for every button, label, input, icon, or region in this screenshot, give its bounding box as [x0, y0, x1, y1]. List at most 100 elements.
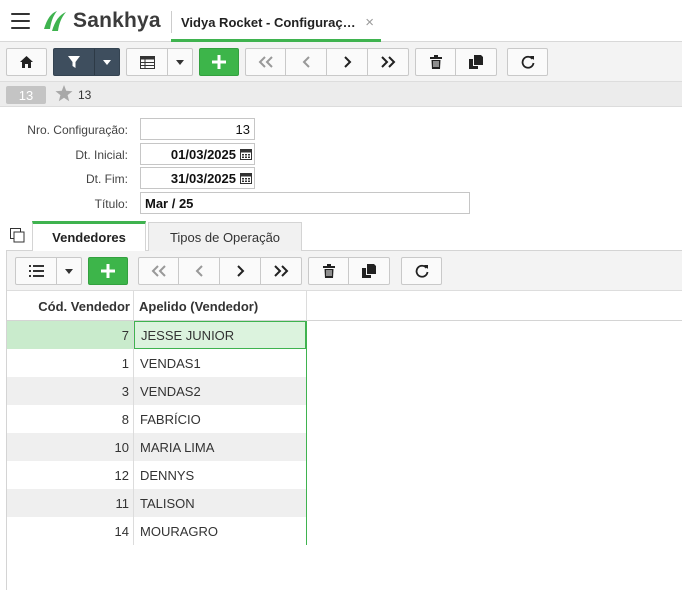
chevron-left-icon — [302, 56, 310, 68]
chevron-left-icon — [195, 265, 203, 277]
trash-icon — [429, 55, 442, 69]
table-row[interactable]: 10 MARIA LIMA — [7, 433, 307, 461]
next-record-button[interactable] — [327, 49, 368, 75]
chevron-right-icon — [236, 265, 244, 277]
duplicate-button[interactable] — [456, 49, 496, 75]
tab-title: Vidya Rocket - Configuraç… — [181, 14, 356, 30]
dt-inicial-field[interactable]: 01/03/2025 — [140, 143, 255, 165]
view-button-group — [126, 48, 193, 76]
caret-down-icon — [103, 59, 111, 65]
table-icon — [139, 55, 155, 69]
cell-apelido[interactable]: JESSE JUNIOR — [134, 321, 306, 349]
cell-cod-vendedor[interactable]: 3 — [7, 377, 134, 405]
double-chevron-right-icon — [274, 265, 289, 277]
sankhya-logo: Sankhya — [41, 9, 161, 33]
record-number: 13 — [78, 88, 92, 102]
record-badge: 13 — [6, 86, 46, 104]
detail-add-button[interactable] — [88, 257, 128, 285]
home-button[interactable] — [6, 48, 47, 76]
menu-icon[interactable] — [11, 13, 30, 29]
cell-cod-vendedor[interactable]: 12 — [7, 461, 134, 489]
add-button[interactable] — [199, 48, 239, 76]
dt-fim-field[interactable]: 31/03/2025 — [140, 167, 255, 189]
cell-cod-vendedor[interactable]: 11 — [7, 489, 134, 517]
copy-icon — [469, 55, 483, 69]
detail-navigation-group — [138, 257, 302, 285]
cell-apelido[interactable]: MOURAGRO — [134, 517, 306, 545]
last-record-button[interactable] — [368, 49, 408, 75]
first-record-button[interactable] — [246, 49, 286, 75]
double-chevron-right-icon — [381, 56, 396, 68]
list-icon — [28, 265, 44, 277]
column-header-apelido[interactable]: Apelido (Vendedor) — [134, 291, 307, 321]
double-chevron-left-icon — [258, 56, 273, 68]
cell-apelido[interactable]: MARIA LIMA — [134, 433, 306, 461]
table-row[interactable]: 3 VENDAS2 — [7, 377, 307, 405]
refresh-button[interactable] — [507, 48, 548, 76]
sankhya-logo-icon — [44, 11, 66, 31]
calendar-icon[interactable] — [240, 148, 252, 160]
cell-cod-vendedor[interactable]: 1 — [7, 349, 134, 377]
main-toolbar — [0, 42, 682, 82]
close-icon[interactable]: × — [365, 14, 374, 31]
delete-button[interactable] — [416, 49, 456, 75]
tab-tipos-de-operacao[interactable]: Tipos de Operação — [148, 222, 302, 252]
cell-apelido[interactable]: TALISON — [134, 489, 306, 517]
filter-dropdown-button[interactable] — [95, 49, 119, 75]
table-row[interactable]: 12 DENNYS — [7, 461, 307, 489]
caret-down-icon — [65, 268, 73, 274]
filter-button[interactable] — [54, 49, 95, 75]
cell-apelido[interactable]: VENDAS1 — [134, 349, 306, 377]
double-chevron-left-icon — [151, 265, 166, 277]
nro-configuracao-field[interactable]: 13 — [140, 118, 255, 140]
chevron-right-icon — [343, 56, 351, 68]
filter-icon — [68, 56, 80, 68]
table-row[interactable]: 11 TALISON — [7, 489, 307, 517]
plus-icon — [212, 55, 226, 69]
detail-next-button[interactable] — [220, 258, 261, 284]
previous-record-button[interactable] — [286, 49, 327, 75]
cell-apelido[interactable]: VENDAS2 — [134, 377, 306, 405]
calendar-icon[interactable] — [240, 172, 252, 184]
detail-view-group — [15, 257, 82, 285]
detail-delete-button[interactable] — [309, 258, 349, 284]
tab-vidya-rocket[interactable]: Vidya Rocket - Configuraç… × — [171, 5, 381, 42]
detail-duplicate-button[interactable] — [349, 258, 389, 284]
table-row[interactable]: 7 JESSE JUNIOR — [7, 321, 307, 349]
table-row[interactable]: 1 VENDAS1 — [7, 349, 307, 377]
navigation-button-group — [245, 48, 409, 76]
tab-vendedores[interactable]: Vendedores — [32, 221, 146, 251]
detail-refresh-button[interactable] — [401, 257, 442, 285]
detail-toolbar — [7, 251, 682, 291]
top-header: Sankhya Vidya Rocket - Configuraç… × — [0, 0, 682, 42]
detail-first-button[interactable] — [139, 258, 179, 284]
cell-apelido[interactable]: FABRÍCIO — [134, 405, 306, 433]
cell-cod-vendedor[interactable]: 10 — [7, 433, 134, 461]
record-actions-group — [415, 48, 497, 76]
star-icon[interactable] — [55, 85, 73, 102]
nro-configuracao-label: Nro. Configuração: — [27, 123, 128, 137]
table-row[interactable]: 8 FABRÍCIO — [7, 405, 307, 433]
dt-inicial-label: Dt. Inicial: — [75, 148, 128, 162]
caret-down-icon — [176, 59, 184, 65]
list-view-button[interactable] — [16, 258, 57, 284]
cell-cod-vendedor[interactable]: 7 — [7, 321, 134, 349]
windows-icon[interactable] — [10, 228, 25, 243]
cell-cod-vendedor[interactable]: 14 — [7, 517, 134, 545]
grid-view-button[interactable] — [127, 49, 168, 75]
dt-fim-label: Dt. Fim: — [86, 172, 128, 186]
table-row[interactable]: 14 MOURAGRO — [7, 517, 307, 545]
detail-last-button[interactable] — [261, 258, 301, 284]
detail-previous-button[interactable] — [179, 258, 220, 284]
cell-cod-vendedor[interactable]: 8 — [7, 405, 134, 433]
cell-apelido[interactable]: DENNYS — [134, 461, 306, 489]
detail-view-dropdown-button[interactable] — [57, 258, 81, 284]
titulo-field[interactable]: Mar / 25 — [140, 192, 470, 214]
column-header-cod-vendedor[interactable]: Cód. Vendedor — [7, 291, 134, 321]
trash-icon — [322, 264, 335, 278]
refresh-icon — [521, 55, 534, 69]
filter-button-group — [53, 48, 120, 76]
copy-icon — [362, 264, 376, 278]
detail-record-actions-group — [308, 257, 390, 285]
view-dropdown-button[interactable] — [168, 49, 192, 75]
